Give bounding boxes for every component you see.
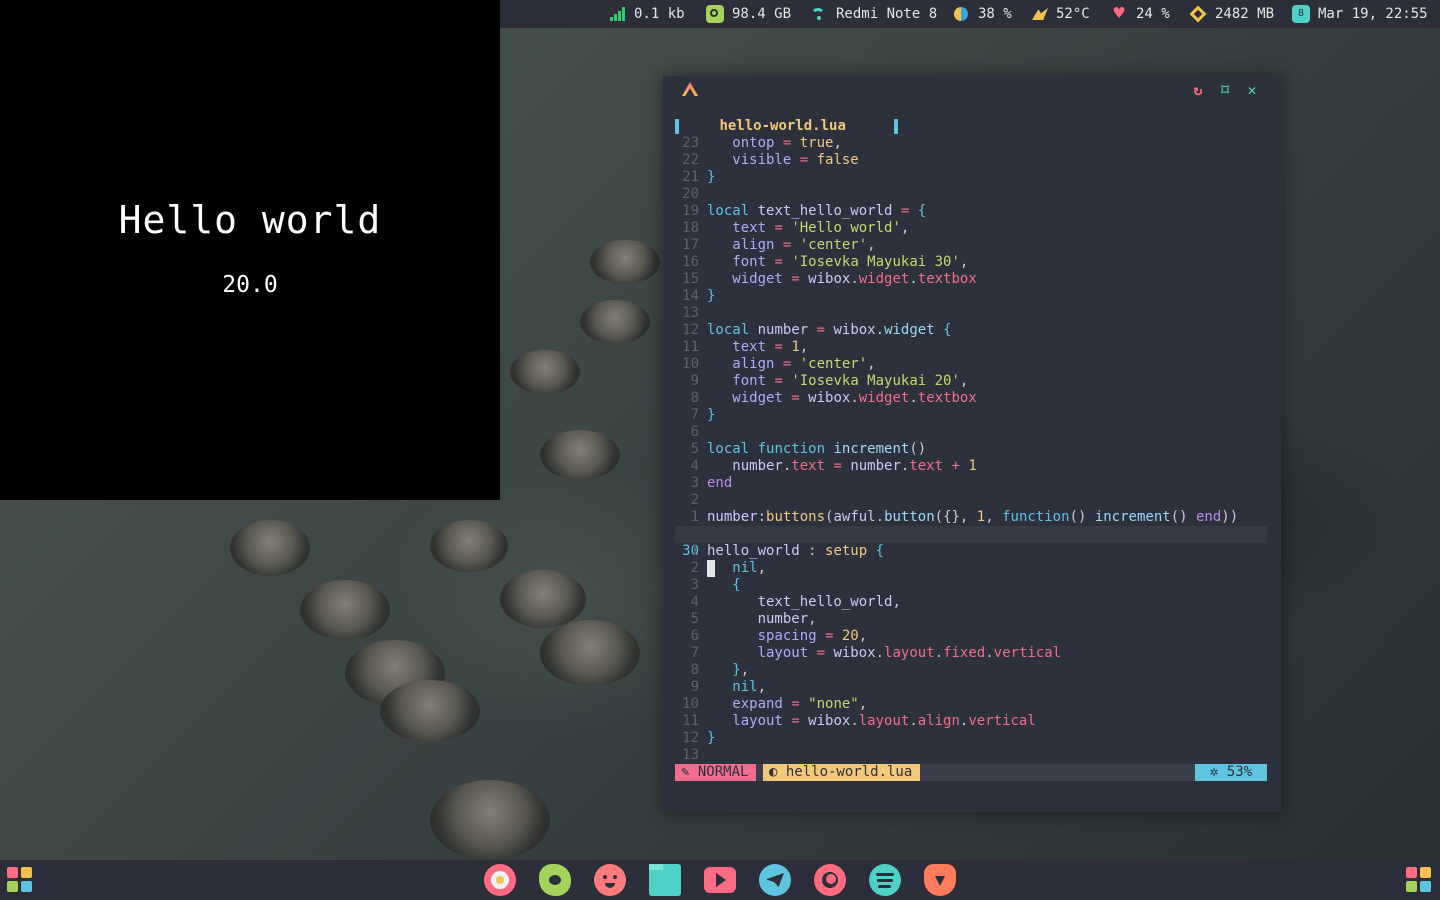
calendar-icon: 8 [1292,5,1310,23]
top-status-bar: 0.1 kb 98.4 GB Redmi Note 8 38 % 52°C ♥ … [500,0,1440,28]
disk-icon [706,5,724,23]
face-app-icon[interactable] [594,864,626,896]
volume-indicator[interactable]: 38 % [952,0,1012,28]
taskbar [0,860,1440,900]
temperature-icon [1030,5,1048,23]
wifi-icon [810,5,828,23]
window-titlebar[interactable]: ↻ ⌑ ✕ [663,76,1281,104]
mode-indicator: ✎ NORMAL [675,764,757,781]
cpu-temperature: 52°C [1056,6,1090,22]
signal-icon [610,7,626,21]
status-filename: ◐ hello-world.lua [763,764,921,781]
layout-switcher-button[interactable] [1406,867,1432,893]
hello-world-popup: Hello world 20.0 [0,0,500,500]
maximize-icon[interactable]: ⌑ [1217,82,1233,98]
scroll-percent: ✲ 53% [1195,764,1267,781]
clock[interactable]: 8 Mar 19, 22:55 [1292,0,1428,28]
refresh-icon[interactable]: ↻ [1190,82,1206,98]
disk-indicator[interactable]: 98.4 GB [706,0,791,28]
brave-icon[interactable] [924,864,956,896]
disk-free: 98.4 GB [732,6,792,22]
network-speed: 0.1 kb [634,6,685,22]
buffer-tabline: hello-world.lua [675,118,899,135]
temperature-indicator[interactable]: 52°C [1030,0,1090,28]
wifi-indicator[interactable]: Redmi Note 8 [810,0,937,28]
editor-window[interactable]: ↻ ⌑ ✕ hello-world.lua 23 ontop = true, 2… [663,76,1281,812]
volume-icon [952,5,970,23]
firefox-icon[interactable] [814,864,846,896]
memory-used: 2482 MB [1215,6,1275,22]
youtube-icon[interactable] [704,867,736,893]
app-logo-icon [682,82,698,96]
telegram-icon[interactable] [759,864,791,896]
files-icon[interactable] [649,864,681,896]
tab-filename[interactable]: hello-world.lua [719,118,845,134]
cursor-line-highlight [675,526,1267,543]
close-icon[interactable]: ✕ [1244,82,1260,98]
battery-indicator[interactable]: ♥ 24 % [1110,0,1170,28]
spotify-icon[interactable] [869,864,901,896]
counter-number[interactable]: 20.0 [0,272,500,298]
cursor-line[interactable]: 30 [663,526,715,577]
status-line: ✎ NORMAL ◐ hello-world.lua ✲ 53% [675,764,1267,781]
cloud-app-icon[interactable] [539,864,571,896]
network-indicator[interactable]: 0.1 kb [610,0,685,28]
tab-right-bar [894,118,899,134]
app-launcher-button[interactable] [7,867,33,893]
wifi-network: Redmi Note 8 [836,6,938,22]
music-player-icon[interactable] [484,864,516,896]
heart-icon: ♥ [1113,3,1125,24]
tab-left-bar [675,118,679,134]
memory-icon [1189,5,1207,23]
hello-world-text: Hello world [118,198,382,242]
file-icon: ◐ [769,764,786,780]
date-time: Mar 19, 22:55 [1318,6,1428,22]
gear-icon: ✲ [1209,764,1227,780]
memory-indicator[interactable]: 2482 MB [1189,0,1274,28]
volume-level: 38 % [978,6,1012,22]
battery-level: 24 % [1136,6,1170,22]
edit-icon: ✎ [681,764,698,780]
